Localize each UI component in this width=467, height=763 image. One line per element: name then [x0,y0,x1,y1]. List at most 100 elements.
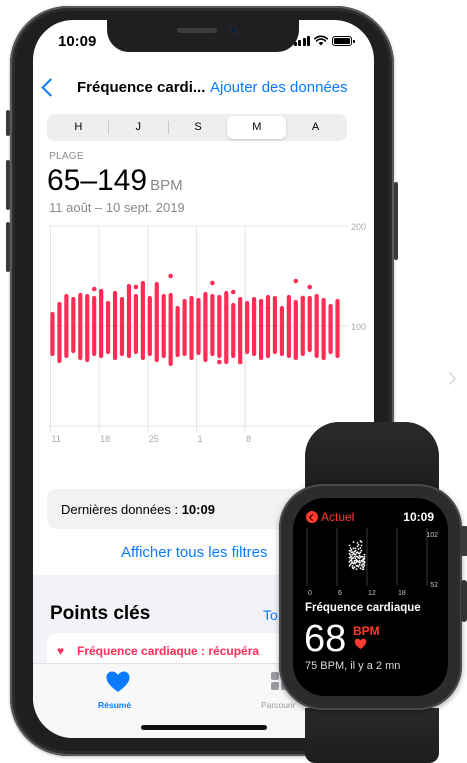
phone-volume-down [6,222,10,272]
x-tick-label: 11 [51,434,60,444]
tab-summary[interactable]: Résumé [98,700,131,710]
watch-reading-dot [352,556,355,559]
heart-rate-point [210,280,215,286]
heart-rate-point [251,305,257,311]
watch-reading-dot [360,549,363,552]
watch-x-tick-label: 0 [308,590,312,597]
watch-reading-dot [354,550,357,552]
watch-reading-dot [348,560,351,563]
y-tick-label: 100 [351,322,366,332]
heart-rate-point [105,301,111,307]
watch-subtitle: 75 BPM, il y a 2 mn [305,660,401,672]
range-value: 65–149 [47,164,148,197]
latest-data-time: 10:09 [181,502,215,517]
x-tick-label: 18 [100,434,110,444]
watch-reading-dot [359,561,362,564]
watch-reading-dot [349,547,352,549]
nav-title: Fréquence cardi... [77,79,206,96]
speaker-grille [177,28,217,33]
watch-bpm-unit: BPM [353,624,380,638]
watch-x-tick-label: 18 [398,590,406,597]
heart-rate-point [307,284,313,290]
watch-reading-dot [362,568,365,571]
watch-reading-dot [356,545,359,548]
watch-reading-dot [363,557,366,560]
segment-day[interactable]: J [109,116,168,139]
highlights-all-link[interactable]: To [263,607,278,623]
watch-reading-dot [360,544,363,547]
heart-rate-point [217,359,222,365]
heart-rate-point [265,305,271,311]
heart-rate-point [91,286,97,292]
watch-reading-dot [354,553,357,556]
watch-reading-dot [359,547,362,549]
digital-crown[interactable] [460,526,467,556]
segment-month[interactable]: M [227,116,287,139]
watch-y-tick-label: 102 [426,532,438,539]
highlight-card-title: Fréquence cardiaque : récupéra [77,644,260,658]
watch-metric-label: Fréquence cardiaque [305,602,421,614]
watch-reading-dot [353,566,356,569]
show-all-filters-link[interactable]: Afficher tous les filtres [121,544,267,561]
add-data-button[interactable]: Ajouter des données [210,79,348,96]
heart-rate-point [237,359,243,365]
nav-bar: Fréquence cardi... Ajouter des données [33,76,374,106]
watch-reading-dot [354,557,357,560]
watch-reading-dot [354,562,357,565]
watch-reading-dot [355,568,358,571]
heart-rate-point [133,284,139,290]
watch-reading-dot [363,560,366,563]
range-value-block: 65–149 BPM [47,164,183,198]
tab-browse[interactable]: Parcourir [261,700,295,710]
watch-heart-icon [354,638,367,649]
x-tick-label: 8 [246,434,251,444]
y-tick-label: 200 [351,222,366,232]
segment-hour[interactable]: H [49,116,108,139]
watch-reading-dot [351,565,354,567]
watch-reading-dot [349,554,352,556]
x-tick-label: 25 [149,434,159,444]
watch-reading-dot [357,565,360,568]
status-time: 10:09 [58,33,97,50]
heart-rate-chart[interactable]: 200100011182518 [33,216,374,446]
watch-band-bottom [305,708,439,763]
battery-icon [332,36,355,46]
watch-x-tick-label: 12 [368,590,376,597]
next-chevron-icon[interactable] [443,372,456,385]
watch-reading-dot [363,553,366,556]
watch-reading-dot [350,555,353,558]
watch-reading-dot [359,551,362,554]
heart-rate-point [168,273,173,279]
watch-back-icon[interactable] [306,511,318,523]
watch-reading-dot [360,541,363,543]
summary-heart-icon[interactable] [105,670,131,694]
watch-bpm-value: 68 [304,618,347,660]
heart-rate-point [286,304,292,310]
watch-reading-dot [351,553,354,556]
watch-back-label[interactable]: Actuel [321,510,354,524]
watch-reading-dot [354,547,357,550]
segment-week[interactable]: S [169,116,228,139]
watch-reading-dot [361,555,364,558]
period-segmented-control: H J S M A [47,114,347,141]
watch-x-tick-label: 6 [338,590,342,597]
heart-rate-point [98,294,104,300]
segment-year[interactable]: A [286,116,345,139]
watch-screen: Actuel 10:09 0 6 12 18 102 52 Fréquence cardi… [293,498,448,696]
watch-time: 10:09 [403,510,434,524]
watch-reading-dot [350,548,353,551]
heart-rate-point [223,305,229,311]
watch-reading-dot [352,547,355,550]
date-range: 11 août – 10 sept. 2019 [49,200,185,215]
watch-reading-dot [363,564,366,567]
range-unit: BPM [150,177,183,194]
phone-silent-switch [6,110,10,136]
watch-reading-dot [363,556,366,558]
heart-rate-point [300,295,306,301]
watch-reading-dot [359,567,362,570]
back-chevron-icon[interactable] [41,78,60,97]
watch-side-button[interactable] [461,580,467,622]
watch-reading-dot [362,566,365,569]
watch-reading-dot [358,563,361,566]
heart-rate-point [230,289,236,295]
